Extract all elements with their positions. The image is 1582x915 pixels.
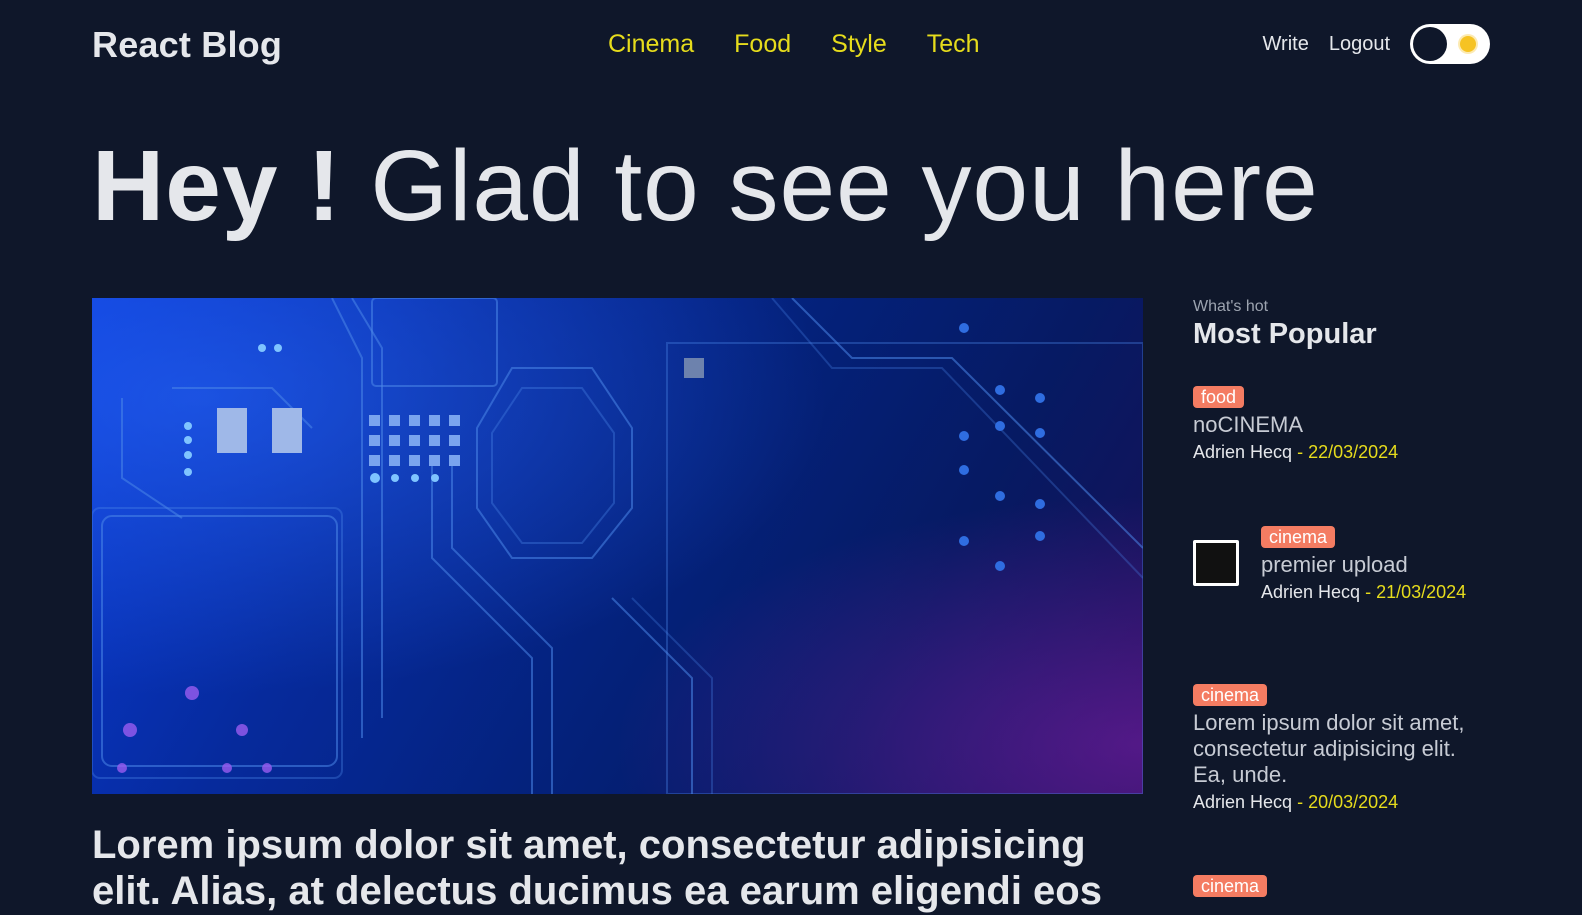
nav-link-food[interactable]: Food [734,30,791,59]
popular-item-title[interactable]: Lorem ipsum dolor sit amet, consectetur … [1193,710,1490,788]
date: - 21/03/2024 [1365,582,1467,602]
toggle-knob [1413,27,1447,61]
popular-item[interactable]: cinema [1193,875,1490,897]
logout-link[interactable]: Logout [1329,33,1390,56]
author: Adrien Hecq [1261,582,1361,602]
hero-bold: Hey ! [92,130,342,242]
hero-light: Glad to see you here [370,130,1319,242]
popular-item-title[interactable]: noCINEMA [1193,412,1490,438]
category-links: Cinema Food Style Tech [608,30,980,59]
hero-heading: Hey ! Glad to see you here [92,126,1319,246]
nav-link-style[interactable]: Style [831,30,887,59]
write-link[interactable]: Write [1263,33,1309,56]
popular-item[interactable]: food noCINEMA Adrien Hecq - 22/03/2024 [1193,386,1490,463]
popular-item-title[interactable]: premier upload [1261,552,1490,578]
brand-logo[interactable]: React Blog [92,24,282,66]
featured-image[interactable] [92,298,1143,794]
popular-item[interactable]: cinema Lorem ipsum dolor sit amet, conse… [1193,684,1490,813]
category-badge[interactable]: cinema [1193,875,1268,897]
navbar: React Blog Cinema Food Style Tech Write … [92,0,1490,90]
popular-item-meta: Adrien Hecq - 21/03/2024 [1261,582,1490,603]
category-badge[interactable]: cinema [1193,684,1268,706]
author: Adrien Hecq [1193,792,1293,812]
category-badge[interactable]: cinema [1261,526,1336,548]
nav-link-tech[interactable]: Tech [927,30,980,59]
popular-item-body: cinema premier upload Adrien Hecq - 21/0… [1261,526,1490,603]
nav-actions: Write Logout [1263,24,1490,64]
sidebar-title: Most Popular [1193,318,1377,350]
date: - 22/03/2024 [1297,442,1399,462]
popular-item[interactable]: cinema premier upload Adrien Hecq - 21/0… [1193,526,1490,603]
popular-item-meta: Adrien Hecq - 22/03/2024 [1193,442,1490,463]
category-badge[interactable]: food [1193,386,1245,408]
circuit-illustration [92,298,1143,794]
sidebar-subtitle: What's hot [1193,298,1269,315]
theme-toggle[interactable] [1410,24,1490,64]
thumbnail-image [1196,543,1236,583]
sun-icon [1460,36,1476,52]
most-popular-sidebar: What's hot Most Popular food noCINEMA Ad… [1193,298,1490,897]
featured-post-title[interactable]: Lorem ipsum dolor sit amet, consectetur … [92,822,1143,914]
date: - 20/03/2024 [1297,792,1399,812]
author: Adrien Hecq [1193,442,1293,462]
post-thumbnail [1193,540,1239,586]
popular-item-meta: Adrien Hecq - 20/03/2024 [1193,792,1490,813]
nav-link-cinema[interactable]: Cinema [608,30,694,59]
